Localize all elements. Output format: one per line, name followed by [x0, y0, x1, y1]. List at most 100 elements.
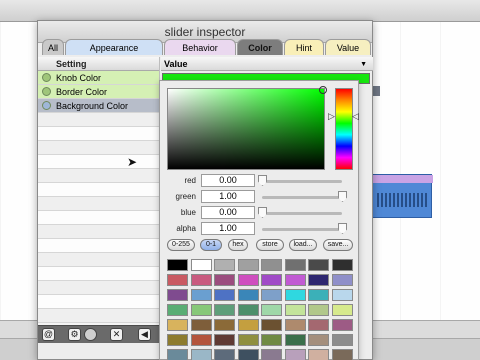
value-column-header[interactable]: Value ▼: [161, 57, 373, 71]
slider-thumb[interactable]: [258, 207, 267, 218]
color-swatch[interactable]: [331, 289, 353, 301]
hue-slider[interactable]: [335, 88, 353, 170]
slider-thumb[interactable]: [258, 175, 267, 186]
color-swatch[interactable]: [331, 274, 353, 286]
setting-column-header[interactable]: Setting: [38, 57, 159, 71]
saturation-value-handle[interactable]: [319, 86, 327, 94]
color-swatch[interactable]: [308, 259, 329, 271]
color-swatch[interactable]: [190, 274, 212, 286]
color-swatch[interactable]: [331, 349, 353, 360]
background-waveform-widget[interactable]: [372, 174, 433, 218]
color-swatch[interactable]: [237, 349, 259, 360]
color-swatch[interactable]: [308, 319, 329, 331]
color-swatch[interactable]: [190, 334, 212, 346]
gear-icon[interactable]: ⚙: [68, 328, 81, 341]
color-swatch[interactable]: [190, 349, 212, 360]
color-swatch[interactable]: [237, 304, 259, 316]
load-button[interactable]: load...: [289, 239, 317, 251]
color-swatch[interactable]: [190, 319, 212, 331]
table-row[interactable]: Knob Color: [38, 71, 159, 85]
tab-hint[interactable]: Hint: [284, 39, 324, 55]
color-swatch[interactable]: [237, 274, 259, 286]
color-swatch[interactable]: [284, 274, 306, 286]
empty-row: [38, 127, 159, 141]
color-swatch[interactable]: [284, 289, 306, 301]
color-swatch[interactable]: [284, 319, 306, 331]
color-swatch[interactable]: [167, 349, 188, 360]
color-swatch[interactable]: [167, 289, 188, 301]
color-swatch[interactable]: [261, 349, 282, 360]
color-swatch[interactable]: [331, 334, 353, 346]
empty-row: [38, 183, 159, 197]
slider-thumb[interactable]: [338, 191, 347, 202]
color-swatch[interactable]: [214, 304, 235, 316]
slider-label: blue: [180, 208, 196, 217]
color-swatch[interactable]: [331, 304, 353, 316]
color-swatch[interactable]: [261, 274, 282, 286]
color-swatch[interactable]: [284, 304, 306, 316]
color-swatch[interactable]: [308, 304, 329, 316]
color-swatch[interactable]: [214, 349, 235, 360]
store-button[interactable]: store: [256, 239, 284, 251]
tab-color[interactable]: Color: [237, 39, 283, 55]
color-swatch[interactable]: [214, 274, 235, 286]
color-swatch[interactable]: [331, 319, 353, 331]
color-swatch[interactable]: [308, 289, 329, 301]
color-swatch[interactable]: [214, 289, 235, 301]
color-swatch[interactable]: [167, 274, 188, 286]
color-swatch[interactable]: [167, 259, 188, 271]
color-swatch[interactable]: [214, 334, 235, 346]
saturation-value-field[interactable]: [167, 86, 327, 170]
color-swatch[interactable]: [237, 289, 259, 301]
color-swatch[interactable]: [237, 334, 259, 346]
color-swatch[interactable]: [167, 334, 188, 346]
color-swatch[interactable]: [261, 334, 282, 346]
empty-row: [38, 141, 159, 155]
empty-row: [38, 267, 159, 281]
tab-all[interactable]: All: [42, 39, 64, 55]
slider-value-field[interactable]: 1.00: [201, 222, 255, 235]
color-swatch[interactable]: [308, 274, 329, 286]
mode-0-255-button[interactable]: 0-255: [167, 239, 195, 251]
tab-value[interactable]: Value: [325, 39, 371, 55]
save-button[interactable]: save...: [323, 239, 353, 251]
tab-behavior[interactable]: Behavior: [164, 39, 236, 55]
close-icon[interactable]: ✕: [110, 328, 123, 341]
slider-thumb[interactable]: [338, 223, 347, 234]
color-swatch[interactable]: [237, 319, 259, 331]
color-swatch[interactable]: [214, 319, 235, 331]
slider-track[interactable]: [262, 228, 342, 231]
color-swatch[interactable]: [261, 304, 282, 316]
color-swatch[interactable]: [237, 259, 259, 271]
table-row[interactable]: Border Color: [38, 85, 159, 99]
color-swatch[interactable]: [261, 259, 282, 271]
color-swatch[interactable]: [167, 319, 188, 331]
slider-track[interactable]: [262, 212, 342, 215]
color-swatch[interactable]: [308, 349, 329, 360]
slider-track[interactable]: [262, 180, 342, 183]
at-icon[interactable]: @: [42, 328, 55, 341]
color-swatch[interactable]: [284, 259, 306, 271]
mode-hex-button[interactable]: hex: [228, 239, 248, 251]
color-swatch[interactable]: [308, 334, 329, 346]
tab-appearance[interactable]: Appearance: [65, 39, 163, 55]
slider-track[interactable]: [262, 196, 342, 199]
color-swatch[interactable]: [261, 289, 282, 301]
color-swatch[interactable]: [190, 289, 212, 301]
color-swatch[interactable]: [214, 259, 235, 271]
mode-0-1-button[interactable]: 0-1: [200, 239, 222, 251]
color-swatch[interactable]: [190, 304, 212, 316]
color-swatch[interactable]: [331, 259, 353, 271]
slider-value-field[interactable]: 1.00: [201, 190, 255, 203]
table-row[interactable]: Background Color: [38, 99, 159, 113]
color-swatch[interactable]: [167, 304, 188, 316]
color-swatch[interactable]: [190, 259, 212, 271]
slider-value-field[interactable]: 0.00: [201, 174, 255, 187]
slider-value-field[interactable]: 0.00: [201, 206, 255, 219]
back-arrow-icon[interactable]: ◀: [138, 328, 151, 341]
color-swatch[interactable]: [261, 319, 282, 331]
color-swatch[interactable]: [284, 349, 306, 360]
circle-icon[interactable]: [84, 328, 97, 341]
empty-row: [38, 281, 159, 295]
color-swatch[interactable]: [284, 334, 306, 346]
